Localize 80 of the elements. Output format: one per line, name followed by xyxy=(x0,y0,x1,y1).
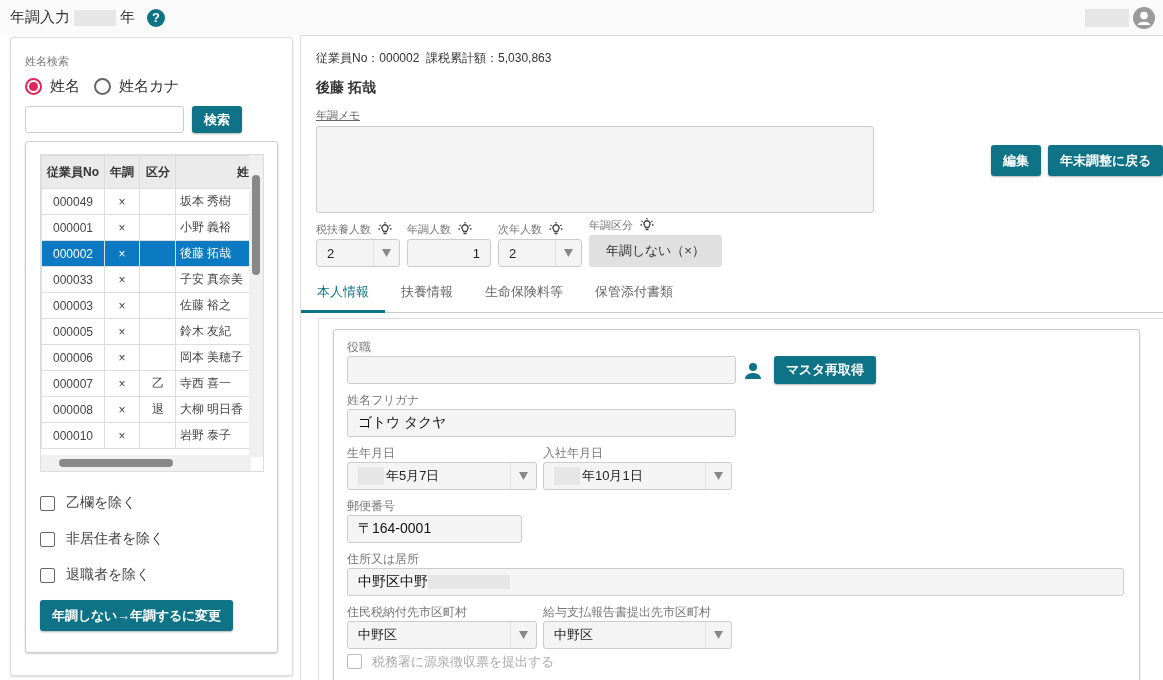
search-mode-radio[interactable]: 姓名 xyxy=(25,77,80,96)
year-label: 年 xyxy=(120,8,135,27)
search-button[interactable]: 検索 xyxy=(192,106,242,133)
field-label: 年調区分 xyxy=(589,218,633,232)
table-cell[interactable]: 000010 xyxy=(41,422,105,449)
municipality-select[interactable]: 中野区 xyxy=(543,621,732,649)
postal-code-field[interactable]: 〒164-0001 xyxy=(347,515,522,543)
table-cell[interactable]: 000008 xyxy=(41,396,105,423)
dropdown-caret-icon xyxy=(519,631,528,639)
lightbulb-icon[interactable] xyxy=(639,217,655,233)
field-label: 年調人数 xyxy=(407,222,451,236)
vertical-scrollbar[interactable] xyxy=(249,155,263,457)
checkbox[interactable] xyxy=(347,654,362,669)
field-label: 生年月日 xyxy=(347,446,396,460)
checkbox[interactable] xyxy=(40,531,55,547)
column-header[interactable]: 区分 xyxy=(139,155,176,189)
lightbulb-icon[interactable] xyxy=(457,221,473,237)
field-label: 税扶養人数 xyxy=(316,222,371,236)
tab[interactable]: 扶養情報 xyxy=(385,273,469,313)
column-header[interactable]: 年調 xyxy=(104,155,140,189)
checkbox-label: 退職者を除く xyxy=(66,566,150,584)
table-cell[interactable]: 000006 xyxy=(41,344,105,371)
search-field[interactable] xyxy=(25,106,184,133)
checkbox-label: 乙欄を除く xyxy=(66,494,136,512)
search-mode-radio[interactable]: 姓名カナ xyxy=(94,77,179,96)
position-field[interactable] xyxy=(347,356,736,384)
tab[interactable]: 生命保険料等 xyxy=(469,273,579,313)
page-title: 年調入力 xyxy=(10,8,70,27)
refetch-button[interactable]: マスタ再取得 xyxy=(774,356,876,384)
person-icon[interactable] xyxy=(744,362,762,380)
table-cell[interactable]: 000033 xyxy=(41,266,105,293)
field-label: 住民税納付先市区町村 xyxy=(347,605,468,619)
change-status-button[interactable]: 年調しない→年調するに変更 xyxy=(40,600,233,631)
field-label: 郵便番号 xyxy=(347,499,396,513)
date-select[interactable]: 年10月1日 xyxy=(543,462,732,490)
tab[interactable]: 本人情報 xyxy=(301,273,385,313)
field-label: 給与支払報告書提出先市区町村 xyxy=(543,605,712,619)
count-select[interactable]: 2 xyxy=(498,239,582,267)
field-label: 次年人数 xyxy=(498,222,542,236)
column-header[interactable]: 姓 xyxy=(175,155,252,189)
lightbulb-icon[interactable] xyxy=(548,221,564,237)
dropdown-caret-icon xyxy=(564,249,573,257)
field-label: 住所又は居所 xyxy=(347,552,420,566)
count-select[interactable]: 2 xyxy=(316,239,400,267)
municipality-select[interactable]: 中野区 xyxy=(347,621,537,649)
checkbox[interactable] xyxy=(40,567,55,583)
checkbox-label: 税務署に源泉徴収票を提出する xyxy=(372,654,554,669)
dropdown-caret-icon xyxy=(714,472,723,480)
kana-field[interactable]: ゴトウ タクヤ xyxy=(347,409,736,437)
date-select[interactable]: 年5月7日 xyxy=(347,462,537,490)
employee-summary: 従業員No：000002 課税累計額：5,030,863 xyxy=(316,50,553,67)
table-cell[interactable]: 000001 xyxy=(41,214,105,241)
address-field[interactable]: 中野区中野 xyxy=(347,568,1124,596)
employee-name: 後藤 拓哉 xyxy=(316,79,377,97)
column-header[interactable]: 従業員No xyxy=(41,155,105,189)
memo-link[interactable]: 年調メモ xyxy=(316,108,360,123)
status-badge: 年調しない（×） xyxy=(589,235,722,267)
action-button[interactable]: 編集 xyxy=(991,145,1041,176)
lightbulb-icon[interactable] xyxy=(377,221,393,237)
field-label: 入社年月日 xyxy=(543,446,604,460)
table-cell[interactable]: 000049 xyxy=(41,188,105,215)
checkbox-label: 非居住者を除く xyxy=(66,530,164,548)
table-cell[interactable]: 000007 xyxy=(41,370,105,397)
dropdown-caret-icon xyxy=(714,631,723,639)
tab[interactable]: 保管添付書類 xyxy=(579,273,689,313)
checkbox[interactable] xyxy=(40,495,55,511)
dropdown-caret-icon xyxy=(382,249,391,257)
user-avatar-icon[interactable] xyxy=(1133,6,1155,29)
horizontal-scrollbar[interactable] xyxy=(41,455,251,471)
action-button[interactable]: 年末調整に戻る xyxy=(1048,145,1163,176)
table-cell[interactable]: 000005 xyxy=(41,318,105,345)
table-cell[interactable]: 000002 xyxy=(41,240,105,267)
table-cell[interactable]: 000003 xyxy=(41,292,105,319)
count-field[interactable]: 1 xyxy=(407,239,491,267)
dropdown-caret-icon xyxy=(519,472,528,480)
field-label: 姓名フリガナ xyxy=(347,393,420,407)
memo-field[interactable] xyxy=(316,126,874,213)
search-label: 姓名検索 xyxy=(25,54,70,69)
field-label: 役職 xyxy=(347,340,372,354)
help-icon[interactable]: ? xyxy=(147,8,165,27)
